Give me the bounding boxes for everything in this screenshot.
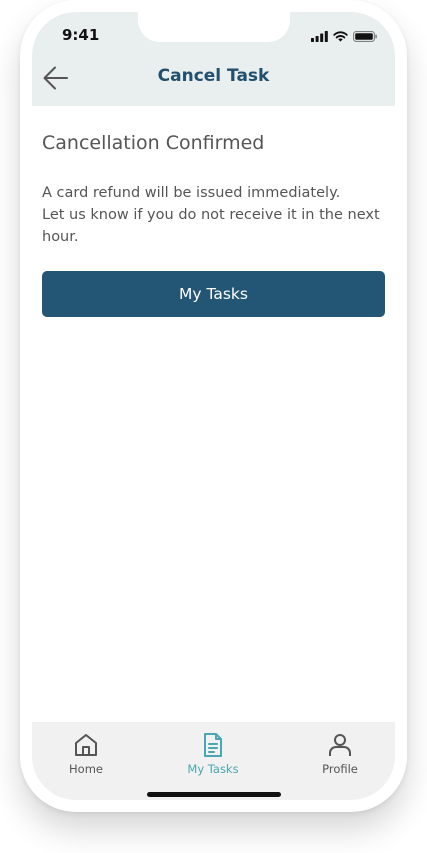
home-indicator (147, 792, 281, 797)
my-tasks-button[interactable]: My Tasks (42, 271, 385, 317)
document-icon (204, 733, 222, 757)
message-line: A card refund will be issued immediately… (42, 185, 341, 201)
wifi-icon (333, 31, 348, 42)
confirmation-title: Cancellation Confirmed (42, 132, 265, 154)
tab-profile[interactable]: Profile (295, 732, 385, 776)
confirmation-message: A card refund will be issued immediately… (42, 182, 382, 248)
status-icons (311, 28, 377, 42)
signal-icon (311, 31, 328, 42)
tab-my-tasks[interactable]: My Tasks (168, 732, 258, 776)
app-header: Cancel Task (32, 56, 395, 100)
status-time: 9:41 (62, 26, 100, 44)
phone-frame: 9:41 Cancel Task Cancellation Confirmed … (20, 0, 407, 812)
tab-label: My Tasks (187, 762, 239, 776)
stage: 9:41 Cancel Task Cancellation Confirmed … (0, 0, 427, 853)
home-icon (75, 734, 97, 756)
tab-home[interactable]: Home (41, 732, 131, 776)
page-title: Cancel Task (157, 66, 270, 86)
person-icon (329, 734, 351, 756)
screen: 9:41 Cancel Task Cancellation Confirmed … (32, 12, 395, 800)
tab-label: Home (69, 762, 103, 776)
tab-bar: Home My Tasks Profile (32, 722, 395, 800)
message-line: Let us know if you do not receive it in … (42, 207, 380, 245)
tab-label: Profile (322, 762, 358, 776)
battery-icon (353, 31, 377, 42)
notch (138, 12, 290, 42)
